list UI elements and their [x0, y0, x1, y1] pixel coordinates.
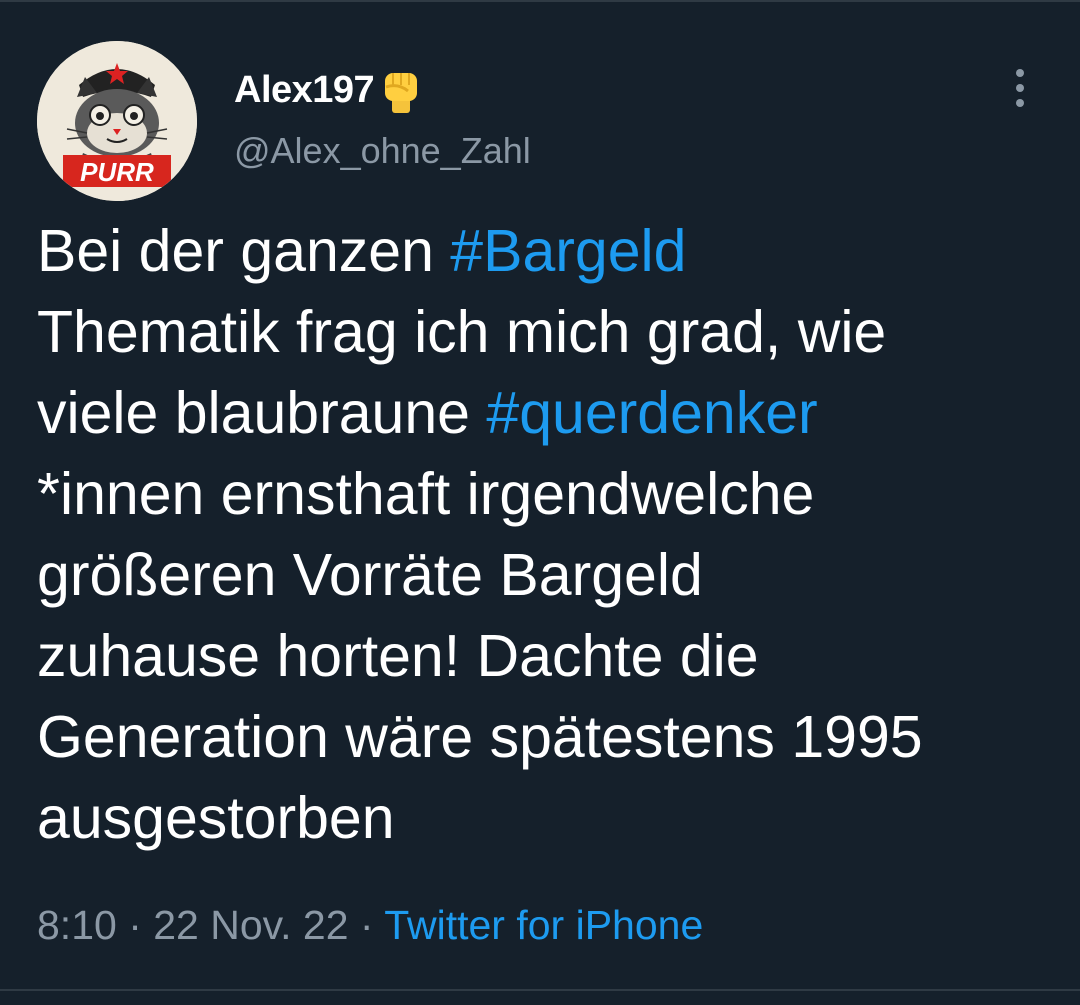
tweet-line: *innen ernsthaft irgendwelche [37, 454, 1057, 535]
tweet-text-segment: zuhause horten! Dachte die [37, 623, 759, 689]
tweet-line: Bei der ganzen #Bargeld [37, 211, 1057, 292]
tweet-line: ausgestorben [37, 778, 1057, 859]
tweet-date[interactable]: 22 Nov. 22 [153, 902, 348, 948]
tweet-text-segment: Generation wäre spätestens 1995 [37, 704, 923, 770]
tweet-text-segment: Thematik frag ich mich grad, wie [37, 299, 887, 365]
tweet-line: viele blaubraune #querdenker [37, 373, 1057, 454]
meta-separator: · [348, 902, 385, 948]
tweet-text-segment: *innen ernsthaft irgendwelche [37, 461, 815, 527]
bottom-divider [0, 989, 1080, 991]
meta-separator: · [116, 902, 154, 948]
top-divider [0, 0, 1080, 2]
tweet-text-segment: ausgestorben [37, 785, 395, 851]
avatar[interactable]: PURR [37, 41, 197, 201]
tweet-line: Generation wäre spätestens 1995 [37, 697, 1057, 778]
more-vertical-icon [1016, 69, 1024, 107]
tweet-line: größeren Vorräte Bargeld [37, 535, 1057, 616]
tweet-text: Bei der ganzen #Bargeld Thematik frag ic… [37, 211, 1057, 859]
tweet-line: zuhause horten! Dachte die [37, 616, 1057, 697]
cat-avatar-image: PURR [37, 41, 197, 201]
hashtag-link-querdenker[interactable]: #querdenker [486, 380, 817, 446]
tweet-text-segment: größeren Vorräte Bargeld [37, 542, 703, 608]
tweet-line: Thematik frag ich mich grad, wie [37, 292, 1057, 373]
tweet-text-segment: viele blaubraune [37, 380, 487, 446]
avatar-badge-text: PURR [80, 157, 154, 187]
raised-fist-icon [376, 65, 426, 115]
tweet-source-link[interactable]: Twitter for iPhone [384, 902, 703, 948]
more-options-button[interactable] [1000, 63, 1040, 113]
display-name-text: Alex197 [234, 68, 375, 111]
tweet-time[interactable]: 8:10 [37, 902, 117, 948]
hashtag-link-bargeld[interactable]: #Bargeld [450, 218, 686, 284]
author-handle[interactable]: @Alex_ohne_Zahl [234, 130, 531, 172]
tweet-text-segment: Bei der ganzen [37, 218, 451, 284]
tweet-meta: 8:10 · 22 Nov. 22 · Twitter for iPhone [37, 902, 703, 949]
author-display-name[interactable]: Alex197 [234, 65, 426, 115]
